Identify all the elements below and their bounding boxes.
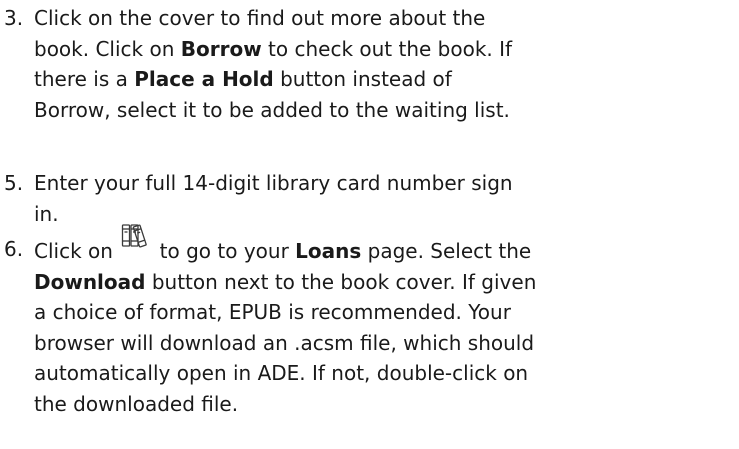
loans-label: Loans xyxy=(295,239,362,263)
text-run: button next to the book cover. If given xyxy=(145,269,537,294)
text-run: book. Click on xyxy=(34,36,181,61)
text-run: page. Select the xyxy=(361,239,532,263)
text-run: there is a xyxy=(34,67,135,91)
step-number: 3. xyxy=(4,6,24,30)
download-label: Download xyxy=(34,269,146,294)
text-run: to check out the book. If xyxy=(261,36,513,61)
text-run: Click on xyxy=(34,239,120,263)
books-loans-icon xyxy=(121,222,151,248)
step-line: Click on to go to your Loans page. Selec… xyxy=(34,224,739,267)
step-number: 6. xyxy=(4,237,24,261)
step-text: Enter your full 14-digit library card nu… xyxy=(34,168,739,229)
step-line: Click on the cover to find out more abou… xyxy=(34,6,486,30)
text-run: button instead of xyxy=(273,67,452,91)
step-line: automatically open in ADE. If not, doubl… xyxy=(34,361,529,385)
step-line: the downloaded file. xyxy=(34,391,239,416)
borrow-label: Borrow xyxy=(180,36,262,61)
step-line: Enter your full 14-digit library card nu… xyxy=(34,171,513,195)
step-line: a choice of format, EPUB is recommended.… xyxy=(34,300,511,324)
step-text: Click on the cover to find out more abou… xyxy=(34,3,739,125)
step-line: there is a Place a Hold button instead o… xyxy=(34,64,739,95)
step-line: Download button next to the book cover. … xyxy=(34,267,739,298)
step-line: Borrow, select it to be added to the wai… xyxy=(34,97,510,122)
step-text: Click on to go to your Loans page. Selec… xyxy=(34,224,739,419)
place-a-hold-label: Place a Hold xyxy=(134,67,274,91)
step-line: book. Click on Borrow to check out the b… xyxy=(34,34,739,65)
text-run: to go to your xyxy=(153,239,296,263)
step-number: 5. xyxy=(4,171,24,195)
step-line: browser will download an .acsm file, whi… xyxy=(34,330,535,355)
